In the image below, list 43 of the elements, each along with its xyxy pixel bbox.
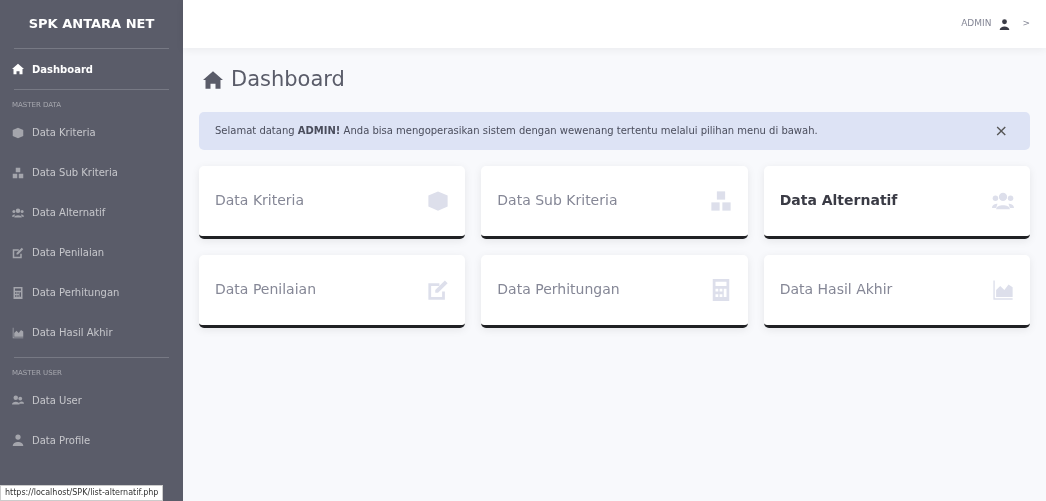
- edit-icon: [12, 246, 24, 259]
- sidebar-item[interactable]: Data Hasil Akhir: [0, 312, 183, 353]
- area-chart-icon: [992, 278, 1014, 301]
- menu-card[interactable]: Data Kriteria: [199, 165, 466, 239]
- user-icon: [12, 434, 24, 446]
- menu-card[interactable]: Data Hasil Akhir: [763, 254, 1030, 328]
- sidebar-item[interactable]: Data Perhitungan: [0, 272, 183, 313]
- menu-card[interactable]: Data Perhitungan: [481, 254, 748, 328]
- status-url: https://localhost/SPK/list-alternatif.php: [0, 485, 164, 501]
- alert-message: Selamat datang ADMIN! Anda bisa mengoperasikan sistem dengan wewenang tertentu melalui pilihan menu di bawah.: [215, 124, 818, 138]
- menu-card[interactable]: Data Sub Kriteria: [481, 165, 748, 239]
- calculator-icon: [12, 286, 24, 299]
- brand-title: SPK ANTARA NET: [27, 15, 156, 34]
- close-button[interactable]: ×: [988, 121, 1014, 140]
- card-title: Data Sub Kriteria: [497, 191, 618, 210]
- sidebar-item[interactable]: Data Penilaian: [0, 232, 183, 273]
- user-icon: [999, 18, 1011, 30]
- cubes-icon: [12, 166, 24, 179]
- people-icon: [12, 206, 24, 219]
- page-title: Dashboard: [231, 66, 345, 93]
- edit-icon: [427, 278, 450, 301]
- menu-card[interactable]: Data Alternatif: [763, 165, 1030, 239]
- sidebar-item[interactable]: Data Alternatif: [0, 192, 183, 233]
- user-name[interactable]: ADMIN: [961, 17, 992, 31]
- sidebar-item[interactable]: Data User: [0, 380, 183, 420]
- card-title: Data Alternatif: [779, 191, 898, 210]
- home-icon: [12, 63, 24, 75]
- chevron-toggle[interactable]: >: [1022, 17, 1030, 31]
- home-icon: [203, 69, 223, 90]
- sidebar-item[interactable]: Data Kriteria: [0, 112, 183, 153]
- cubes-icon: [709, 189, 732, 212]
- card-title: Data Penilaian: [215, 280, 316, 299]
- sidebar-item[interactable]: Data Sub Kriteria: [0, 152, 183, 193]
- cube-icon: [12, 126, 24, 139]
- area-chart-icon: [12, 326, 24, 339]
- menu-card[interactable]: Data Penilaian: [199, 254, 466, 328]
- cube-icon: [427, 189, 450, 212]
- sidebar-item[interactable]: Data Profile: [0, 420, 183, 460]
- card-title: Data Kriteria: [215, 191, 305, 210]
- card-title: Data Perhitungan: [497, 280, 620, 299]
- card-title: Data Hasil Akhir: [779, 280, 893, 299]
- sidebar-item[interactable]: Dashboard: [0, 49, 183, 89]
- users-icon: [12, 394, 24, 406]
